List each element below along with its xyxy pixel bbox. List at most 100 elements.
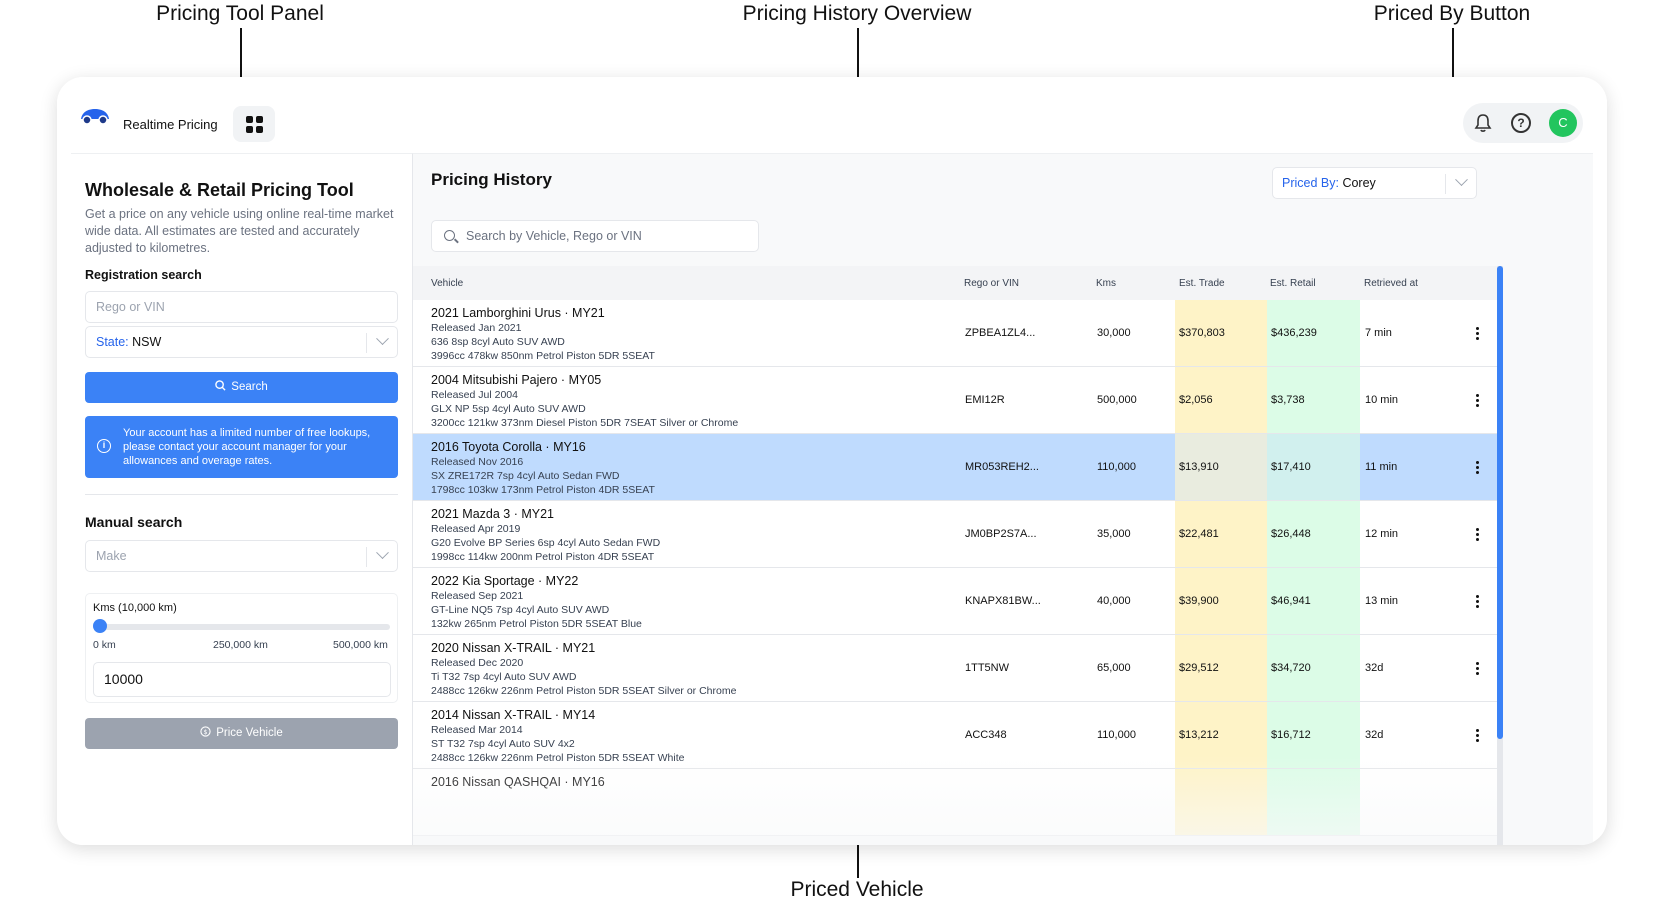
column-header[interactable]: Vehicle: [431, 278, 463, 289]
registration-search-label: Registration search: [85, 268, 202, 282]
search-placeholder: Search by Vehicle, Rego or VIN: [466, 229, 642, 243]
history-search-input[interactable]: Search by Vehicle, Rego or VIN: [431, 220, 759, 252]
callout-priced-by-button: Priced By Button: [1373, 2, 1531, 25]
chevron-down-icon: [376, 332, 389, 346]
bell-icon[interactable]: [1473, 113, 1493, 133]
vehicle-spec: ST T32 7sp 4cyl Auto SUV 4x2: [431, 738, 575, 750]
trade-column-bg: [1175, 769, 1267, 835]
table-row[interactable]: 2022 Kia Sportage · MY22 Released Sep 202…: [413, 568, 1497, 635]
scroll-thumb[interactable]: [1497, 266, 1503, 739]
vehicle-title: 2004 Mitsubishi Pajero · MY05: [431, 373, 602, 387]
vehicle-title: 2021 Lamborghini Urus · MY21: [431, 306, 605, 320]
callout-pricing-history-overview: Pricing History Overview: [742, 2, 972, 25]
vehicle-spec: 1798cc 103kw 173nm Petrol Piston 4DR 5SE…: [431, 484, 655, 496]
price-vehicle-button[interactable]: $ Price Vehicle: [85, 718, 398, 749]
more-options-icon[interactable]: [1476, 595, 1479, 608]
vehicle-spec: 3200cc 121kw 373nm Diesel Piston 5DR 7SE…: [431, 417, 739, 429]
vehicle-released: Released Mar 2014: [431, 724, 523, 736]
vehicle-released: Released Dec 2020: [431, 657, 524, 669]
priced-by-value: Corey: [1342, 176, 1376, 190]
vehicle-spec: 132kw 265nm Petrol Piston 5DR 5SEAT Blue: [431, 618, 642, 630]
pricing-tool-title: Wholesale & Retail Pricing Tool: [85, 180, 354, 200]
kms-slider-track[interactable]: [94, 624, 390, 630]
grid-icon: [245, 115, 263, 133]
kms-cell: 500,000: [1097, 394, 1137, 406]
vehicle-released: Released Nov 2016: [431, 456, 524, 468]
table-row-selected[interactable]: 2016 Toyota Corolla · MY16 Released Nov 2…: [413, 434, 1497, 501]
table-row[interactable]: 2004 Mitsubishi Pajero · MY05 Released Ju…: [413, 367, 1497, 434]
avatar[interactable]: C: [1549, 109, 1577, 137]
table-row[interactable]: 2021 Lamborghini Urus · MY21 Released Jan…: [413, 300, 1497, 367]
more-options-icon[interactable]: [1476, 662, 1479, 675]
kms-label: Kms (10,000 km): [93, 602, 177, 614]
vehicle-spec: GLX NP 5sp 4cyl Auto SUV AWD: [431, 403, 586, 415]
state-select[interactable]: State: NSW: [85, 326, 398, 358]
retrieved-cell: 11 min: [1365, 461, 1398, 473]
vehicle-spec: SX ZRE172R 7sp 4cyl Auto Sedan FWD: [431, 470, 620, 482]
more-options-icon[interactable]: [1476, 394, 1479, 407]
info-text: Your account has a limited number of fre…: [123, 427, 371, 467]
rego-cell: ACC348: [965, 729, 1007, 741]
app-title: Realtime Pricing: [123, 117, 218, 132]
trade-cell: $39,900: [1179, 595, 1219, 607]
retrieved-cell: 7 min: [1365, 327, 1392, 339]
more-options-icon[interactable]: [1476, 528, 1479, 541]
lookup-info-banner: i Your account has a limited number of f…: [85, 416, 398, 478]
more-options-icon[interactable]: [1476, 461, 1479, 474]
retail-column-bg: [1267, 769, 1360, 835]
table-row[interactable]: 2014 Nissan X-TRAIL · MY14 Released Mar 2…: [413, 702, 1497, 769]
retrieved-cell: 32d: [1365, 729, 1384, 741]
search-button-label: Search: [231, 381, 268, 393]
app-window: Realtime Pricing ? C Wholesale & Retail …: [57, 77, 1607, 845]
table-row[interactable]: 2021 Mazda 3 · MY21 Released Apr 2019 G20 …: [413, 501, 1497, 568]
retail-cell: $46,941: [1271, 595, 1311, 607]
column-header[interactable]: Rego or VIN: [964, 278, 1019, 289]
column-header[interactable]: Est. Trade: [1179, 278, 1225, 289]
rego-cell: EMI12R: [965, 394, 1005, 406]
user-controls: ? C: [1463, 103, 1583, 143]
vehicle-spec: 2488cc 126kw 226nm Petrol Piston 5DR 5SE…: [431, 685, 737, 697]
retrieved-cell: 32d: [1365, 662, 1384, 674]
vehicle-released: Released Sep 2021: [431, 590, 524, 602]
table-row[interactable]: 2016 Nissan QASHQAI · MY16: [413, 769, 1497, 836]
rego-vin-input[interactable]: Rego or VIN: [85, 291, 398, 323]
rego-cell: ZPBEA1ZL4...: [965, 327, 1036, 339]
kms-slider-thumb[interactable]: [92, 619, 107, 633]
chevron-down-icon: [376, 546, 389, 560]
help-icon[interactable]: ?: [1511, 113, 1531, 133]
dollar-icon: $: [200, 726, 211, 737]
info-icon: i: [97, 439, 111, 453]
trade-cell: $370,803: [1179, 327, 1225, 339]
vehicle-spec: 2488cc 126kw 226nm Petrol Piston 5DR 5SE…: [431, 752, 685, 764]
column-header[interactable]: Retrieved at: [1364, 278, 1418, 289]
state-value: NSW: [132, 335, 162, 349]
chevron-down-icon: [1455, 173, 1468, 187]
vehicle-title: 2016 Toyota Corolla · MY16: [431, 440, 586, 454]
kms-cell: 110,000: [1097, 729, 1136, 741]
scrollbar[interactable]: [1497, 266, 1503, 845]
search-button[interactable]: Search: [85, 372, 398, 403]
kms-cell: 35,000: [1097, 528, 1131, 540]
select-divider: [366, 333, 367, 353]
svg-text:$: $: [204, 728, 208, 736]
priced-by-button[interactable]: Priced By: Corey: [1272, 167, 1477, 199]
retail-cell: $16,712: [1271, 729, 1311, 741]
retail-cell: $34,720: [1271, 662, 1311, 674]
make-select[interactable]: Make: [85, 540, 398, 572]
apps-grid-button[interactable]: [233, 106, 275, 142]
more-options-icon[interactable]: [1476, 327, 1479, 340]
vehicle-spec: 636 8sp 8cyl Auto SUV AWD: [431, 336, 565, 348]
more-options-icon[interactable]: [1476, 729, 1479, 742]
vehicle-spec: GT-Line NQ5 7sp 4cyl Auto SUV AWD: [431, 604, 610, 616]
vehicle-title: 2014 Nissan X-TRAIL · MY14: [431, 708, 596, 722]
kms-cell: 30,000: [1097, 327, 1131, 339]
column-header[interactable]: Est. Retail: [1270, 278, 1316, 289]
search-icon: [215, 380, 226, 391]
column-header[interactable]: Kms: [1096, 278, 1116, 289]
retail-cell: $436,239: [1271, 327, 1317, 339]
table-row[interactable]: 2020 Nissan X-TRAIL · MY21 Released Dec 2…: [413, 635, 1497, 702]
retail-cell: $3,738: [1271, 394, 1305, 406]
kms-input[interactable]: 10000: [93, 662, 391, 697]
car-logo-icon[interactable]: [79, 107, 111, 125]
pricing-tool-description: Get a price on any vehicle using online …: [85, 207, 394, 255]
